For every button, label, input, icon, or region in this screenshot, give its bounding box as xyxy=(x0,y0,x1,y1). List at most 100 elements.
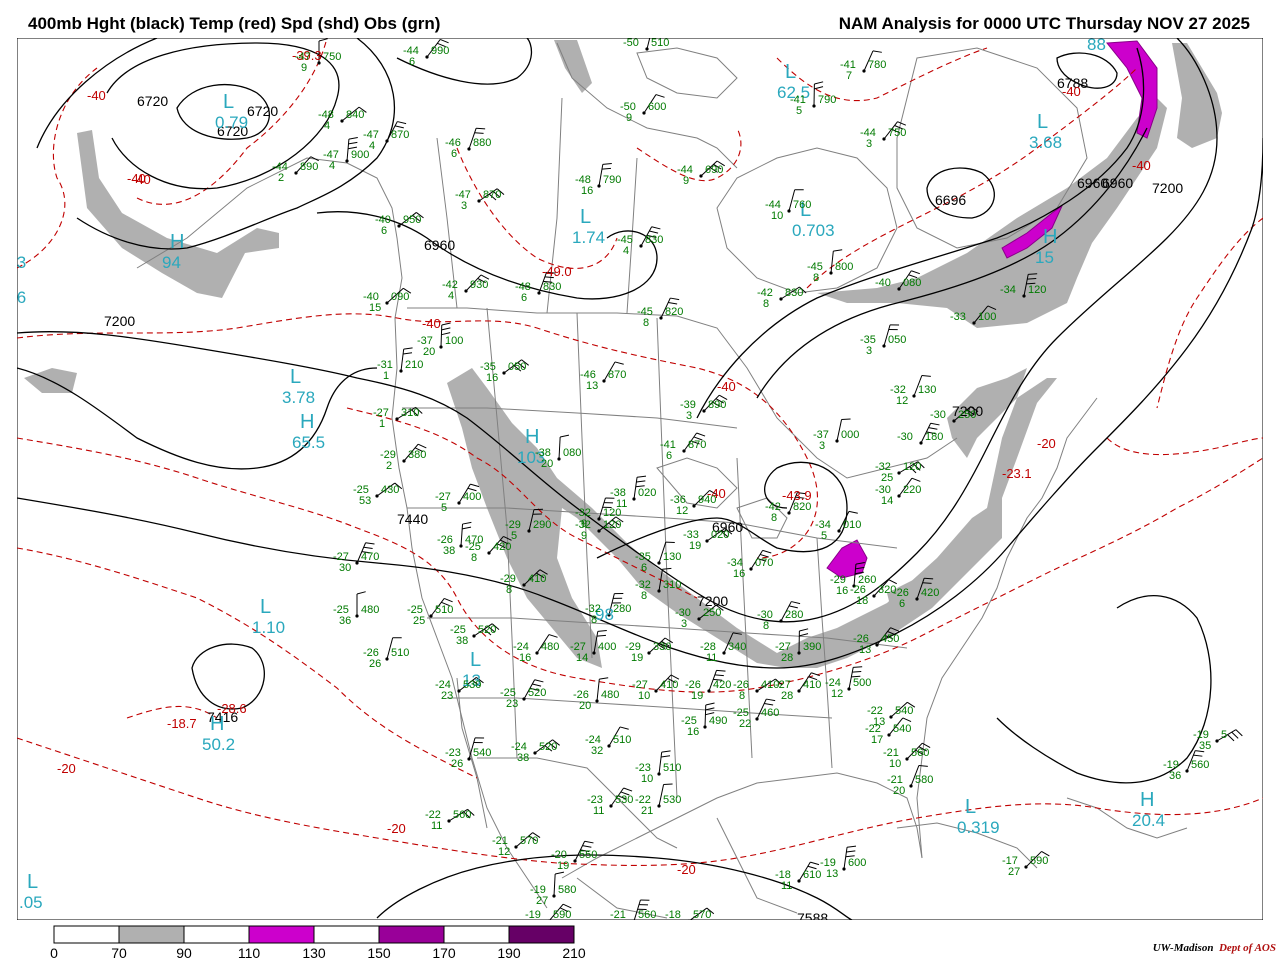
obs-height: 580 xyxy=(915,774,933,786)
obs-height: 900 xyxy=(351,149,369,161)
colorbar-cell xyxy=(443,925,510,944)
obs-dewpoint-depression: 8 xyxy=(643,317,649,329)
obs-height: 750 xyxy=(323,51,341,63)
obs-dewpoint-depression: 19 xyxy=(689,540,701,552)
center-letter: L xyxy=(27,871,38,893)
obs-height: 490 xyxy=(709,715,727,727)
obs-temp: -34 xyxy=(1000,284,1016,296)
obs-height: 690 xyxy=(705,164,723,176)
obs-height: 180 xyxy=(925,431,943,443)
credit-dept: Dept of AOS xyxy=(1218,942,1276,954)
obs-height: 870 xyxy=(608,369,626,381)
obs-height: 550 xyxy=(579,849,597,861)
obs-dewpoint-depression: 36 xyxy=(1169,770,1181,782)
temp-label: -23.1 xyxy=(1002,466,1032,481)
wind-barb-flag xyxy=(922,582,932,584)
temp-label: -40 xyxy=(1062,84,1081,99)
obs-dewpoint-depression: 20 xyxy=(579,700,591,712)
obs-dewpoint-depression: 12 xyxy=(498,846,510,858)
wind-barb-flag xyxy=(474,132,484,134)
center-value: 65.5 xyxy=(292,433,325,452)
height-label: 6720 xyxy=(247,103,278,119)
obs-dewpoint-depression: 20 xyxy=(423,346,435,358)
obs-temp: -40 xyxy=(875,277,891,289)
map-title: 400mb Hght (black) Temp (red) Spd (shd) … xyxy=(28,14,441,33)
obs-height: 480 xyxy=(361,604,379,616)
obs-height: 540 xyxy=(893,723,911,735)
obs-height: 930 xyxy=(470,279,488,291)
colorbar-cells xyxy=(53,925,575,944)
credit: UW-Madison Dept of AOS xyxy=(1153,942,1276,954)
center-value: 94 xyxy=(162,253,181,272)
temp-label: -40 xyxy=(87,88,106,103)
obs-dewpoint-depression: 16 xyxy=(836,585,848,597)
obs-height: 330 xyxy=(653,641,671,653)
colorbar-ticks: 0 70 90 110 130 150 170 190 210 xyxy=(50,945,586,960)
obs-dewpoint-depression: 13 xyxy=(859,644,871,656)
obs-height: 420 xyxy=(713,679,731,691)
obs-temp: -21 xyxy=(610,909,626,920)
obs-height: 500 xyxy=(853,677,871,689)
temp-label: -18.7 xyxy=(167,716,197,731)
obs-dewpoint-depression: 13 xyxy=(826,868,838,880)
temp-label: -40 xyxy=(717,379,736,394)
center-value: .05 xyxy=(19,893,43,912)
temp-label: -20 xyxy=(387,821,406,836)
obs-dewpoint-depression: 14 xyxy=(881,495,893,507)
pressure-center: 88 xyxy=(1087,38,1106,54)
obs-dewpoint-depression: 11 xyxy=(706,652,717,664)
obs-dewpoint-depression: 1 xyxy=(383,370,389,382)
obs-height: 870 xyxy=(688,439,706,451)
obs-dewpoint-depression: 26 xyxy=(451,758,463,770)
obs-dewpoint-depression: 5 xyxy=(511,530,517,542)
center-value: 3.78 xyxy=(282,388,315,407)
colorbar-cell xyxy=(183,925,250,944)
obs-height: 940 xyxy=(698,494,716,506)
obs-dewpoint-depression: 30 xyxy=(339,562,351,574)
temp-label: -49.0 xyxy=(542,264,572,279)
obs-height: 540 xyxy=(895,705,913,717)
obs-dewpoint-depression: 13 xyxy=(586,380,598,392)
obs-height: 070 xyxy=(755,557,773,569)
obs-dewpoint-depression: 6 xyxy=(641,562,647,574)
colorbar-tick: 90 xyxy=(176,945,192,960)
obs-temp: -33 xyxy=(950,311,966,323)
obs-height: 480 xyxy=(541,641,559,653)
obs-height: 050 xyxy=(508,361,526,373)
obs-height: 840 xyxy=(346,109,364,121)
obs-temp: -18 xyxy=(665,909,681,920)
obs-dewpoint-depression: 4 xyxy=(369,140,375,152)
obs-height: 290 xyxy=(533,519,551,531)
obs-height: 760 xyxy=(793,199,811,211)
obs-height: 870 xyxy=(391,129,409,141)
center-value: .3 xyxy=(17,253,26,272)
obs-dewpoint-depression: 10 xyxy=(641,773,653,785)
obs-height: 540 xyxy=(473,747,491,759)
colorbar-tick: 210 xyxy=(562,945,586,960)
obs-height: 5 xyxy=(1221,729,1227,741)
obs-height: 460 xyxy=(761,707,779,719)
obs-height: 560 xyxy=(1191,759,1209,771)
obs-dewpoint-depression: 11 xyxy=(431,820,442,832)
obs-dewpoint-depression: 20 xyxy=(893,785,905,797)
obs-dewpoint-depression: 28 xyxy=(781,690,793,702)
obs-dewpoint-depression: 9 xyxy=(626,112,632,124)
obs-dewpoint-depression: 35 xyxy=(1199,740,1211,752)
obs-dewpoint-depression: 8 xyxy=(506,584,512,596)
obs-height: 830 xyxy=(785,287,803,299)
obs-dewpoint-depression: 6 xyxy=(451,148,457,160)
obs-dewpoint-depression: 19 xyxy=(631,652,643,664)
obs-dewpoint-depression: 12 xyxy=(831,688,843,700)
temp-label: -20 xyxy=(677,862,696,877)
obs-dewpoint-depression: 38 xyxy=(456,635,468,647)
center-value: 88 xyxy=(1087,38,1106,54)
obs-height: 570 xyxy=(693,909,711,920)
obs-height: 880 xyxy=(473,137,491,149)
center-value: 1.74 xyxy=(572,228,605,247)
obs-dewpoint-depression: 4 xyxy=(329,160,335,172)
obs-dewpoint-depression: 36 xyxy=(339,615,351,627)
obs-height: 250 xyxy=(958,409,976,421)
colorbar-tick: 170 xyxy=(432,945,456,960)
temp-label: -20 xyxy=(1037,436,1056,451)
obs-dewpoint-depression: 11 xyxy=(781,880,792,892)
